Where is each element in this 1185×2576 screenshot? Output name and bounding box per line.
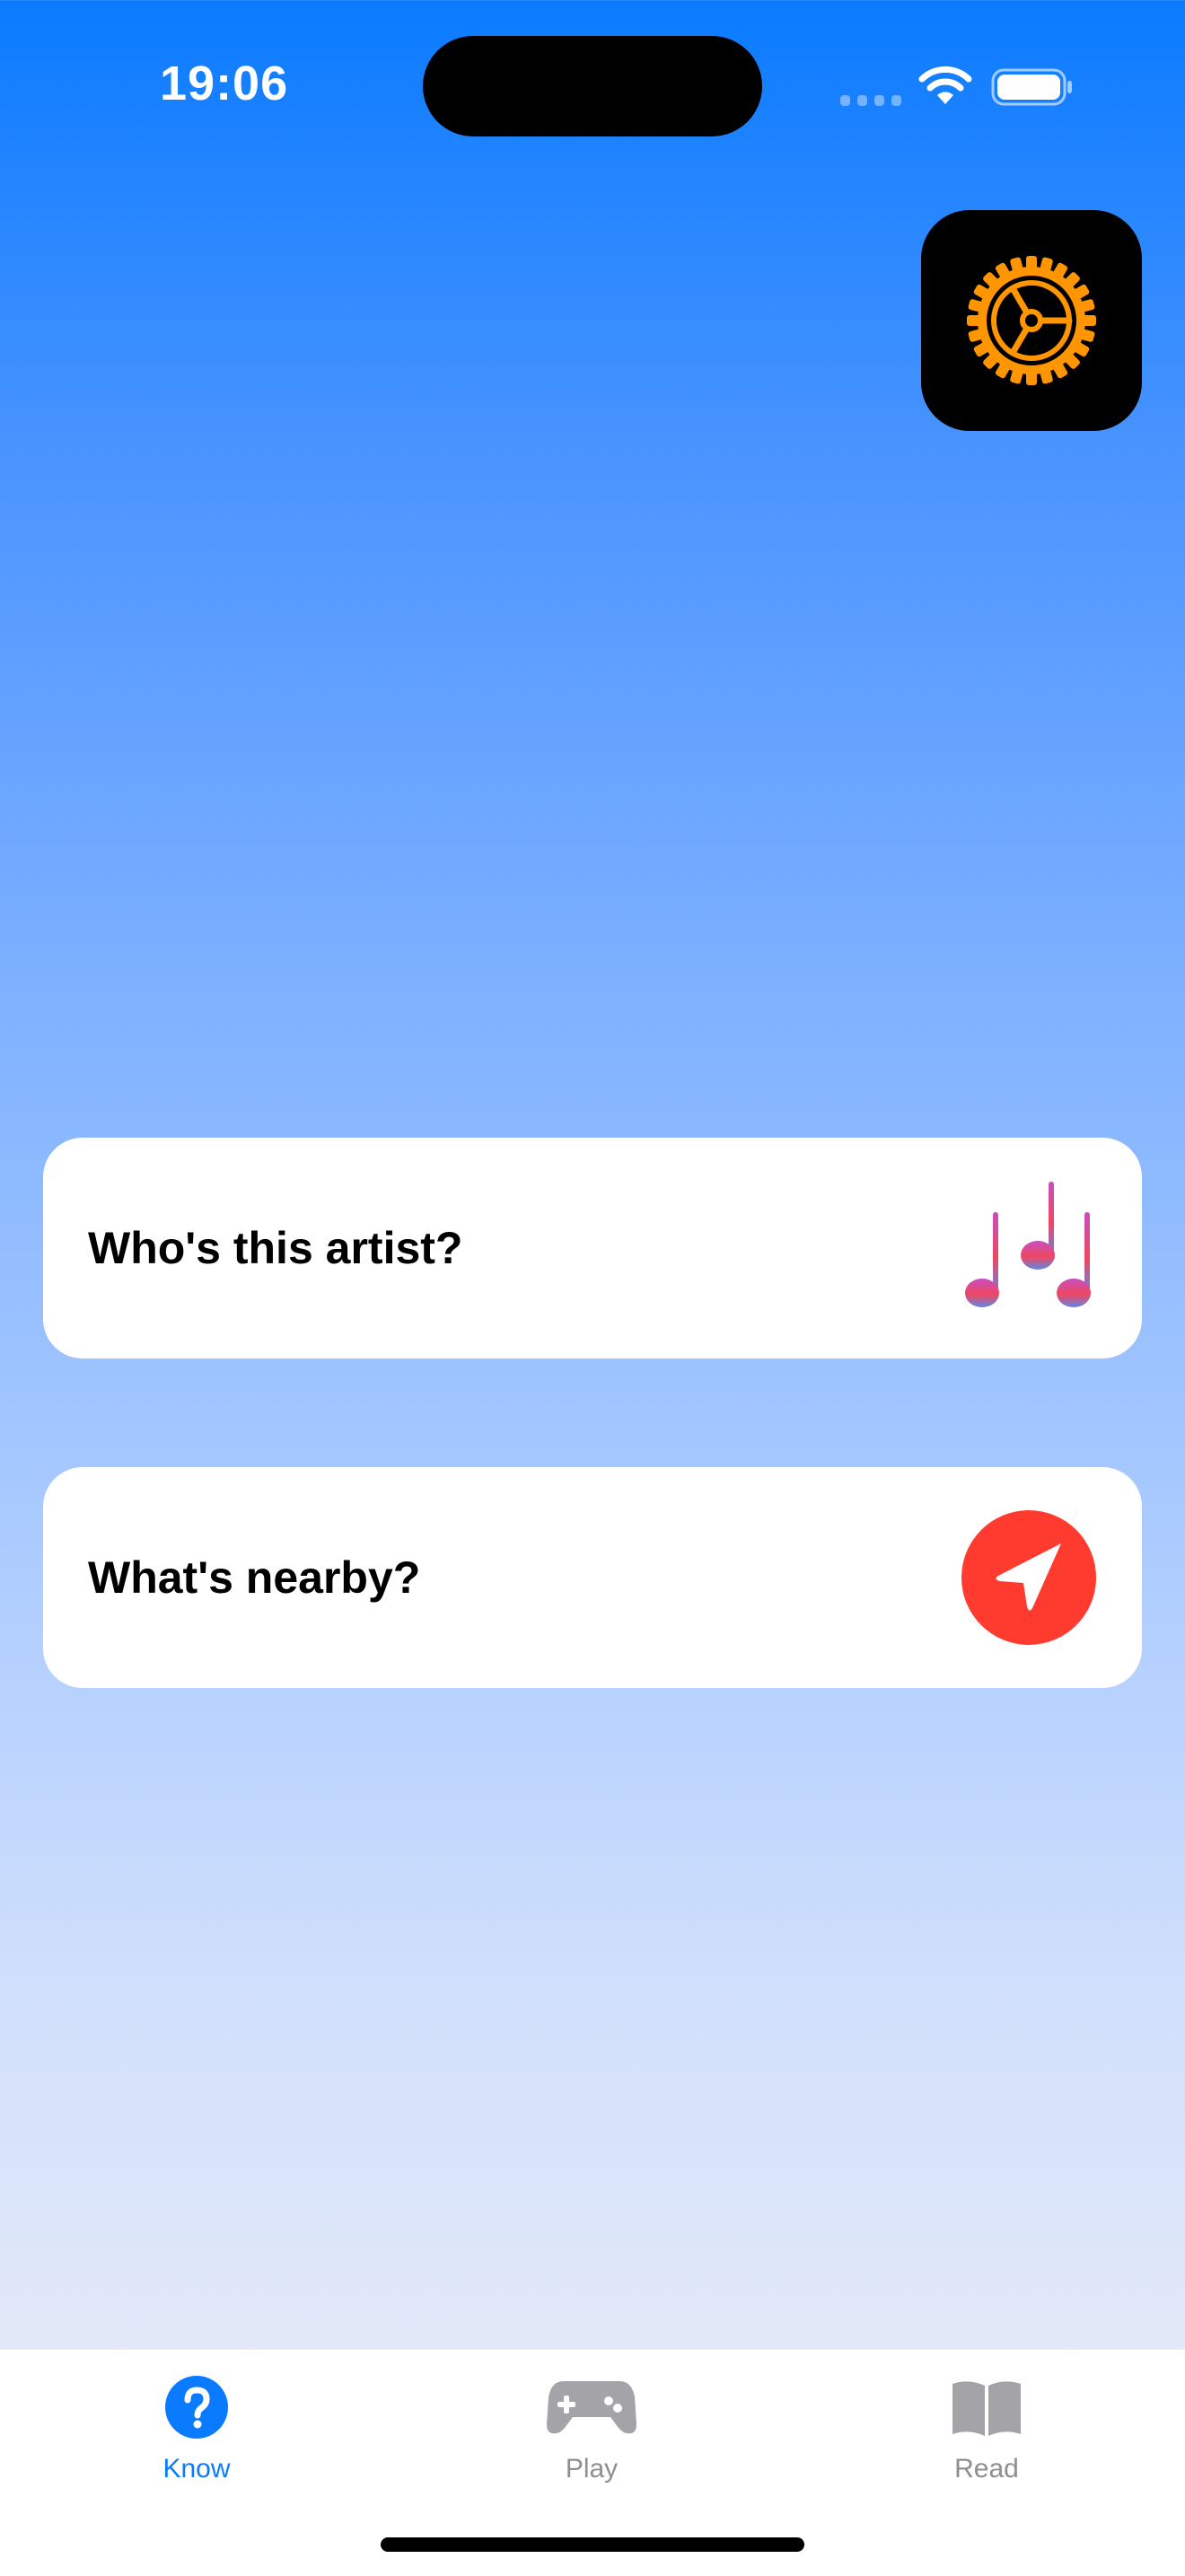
whats-nearby-card[interactable]: What's nearby? — [43, 1467, 1142, 1688]
tab-play-label: Play — [565, 2454, 619, 2484]
gamepad-icon — [542, 2369, 641, 2445]
music-notes-icon — [961, 1180, 1097, 1316]
dynamic-island — [423, 36, 762, 136]
whos-this-artist-card[interactable]: Who's this artist? — [43, 1138, 1142, 1358]
book-icon — [937, 2369, 1036, 2445]
wifi-icon — [918, 66, 972, 104]
status-time: 19:06 — [160, 57, 289, 110]
question-circle-icon — [147, 2369, 246, 2445]
whos-this-artist-label: Who's this artist? — [88, 1223, 463, 1273]
tab-know-label: Know — [162, 2454, 231, 2484]
gear-icon — [967, 256, 1096, 385]
cellular-signal-icon — [840, 95, 901, 106]
settings-button[interactable] — [921, 210, 1142, 431]
whats-nearby-label: What's nearby? — [88, 1552, 421, 1603]
home-indicator — [381, 2537, 804, 2552]
tab-play[interactable]: Play — [493, 2369, 690, 2504]
tab-read-label: Read — [954, 2454, 1019, 2484]
tab-know[interactable]: Know — [98, 2369, 295, 2504]
location-arrow-icon — [961, 1509, 1097, 1646]
tab-read[interactable]: Read — [888, 2369, 1085, 2504]
battery-icon — [991, 68, 1072, 106]
